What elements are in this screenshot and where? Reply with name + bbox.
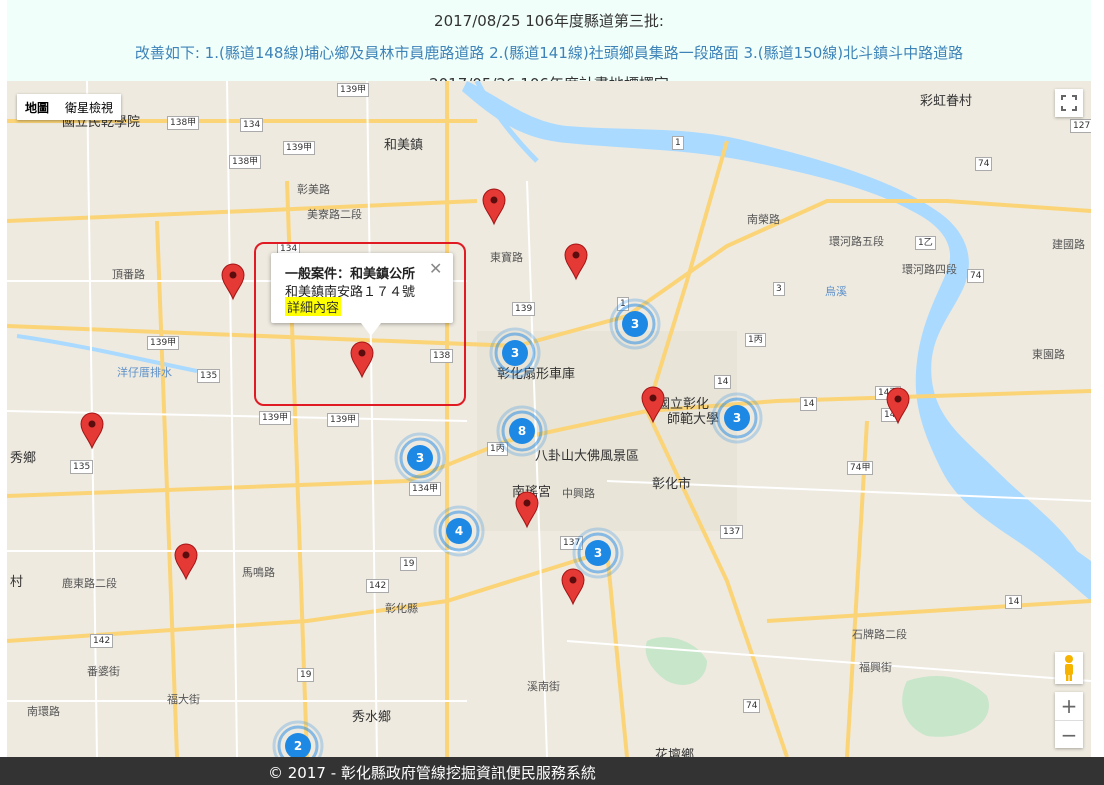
pegman-icon bbox=[1065, 655, 1073, 681]
marker-cluster[interactable]: 2 bbox=[272, 720, 324, 757]
cluster-count: 3 bbox=[594, 546, 602, 560]
cluster-count: 3 bbox=[511, 346, 519, 360]
announcement-banner: 2017/08/25 106年度縣道第三批: 改善如下: 1.(縣道148線)埔… bbox=[7, 0, 1091, 81]
map-type-satellite-button[interactable]: 衛星檢視 bbox=[57, 94, 121, 120]
map-canvas[interactable]: 和美鎮彰化扇形車庫國立彰化師範大學八卦山大佛風景區彰化市南瑤宮秀水鄉彩虹眷村洋仔… bbox=[7, 81, 1091, 757]
marker-cluster[interactable]: 3 bbox=[489, 327, 541, 379]
map-type-control: 地圖 衛星檢視 bbox=[17, 94, 122, 120]
cluster-count: 3 bbox=[733, 411, 741, 425]
announcement-line-2[interactable]: 改善如下: 1.(縣道148線)埔心鄉及員林市員鹿路道路 2.(縣道141線)社… bbox=[7, 42, 1091, 63]
marker-cluster[interactable]: 3 bbox=[572, 527, 624, 579]
marker-cluster[interactable]: 3 bbox=[609, 298, 661, 350]
case-marker-icon[interactable] bbox=[561, 568, 585, 606]
case-marker-icon[interactable] bbox=[564, 243, 588, 281]
fullscreen-button[interactable] bbox=[1055, 89, 1083, 117]
info-window: 一般案件：和美鎮公所 和美鎮南安路１７４號 詳細內容 ✕ bbox=[271, 253, 453, 336]
case-marker-icon[interactable] bbox=[80, 412, 104, 450]
case-marker-icon[interactable] bbox=[174, 543, 198, 581]
cluster-count: 3 bbox=[631, 317, 639, 331]
cluster-count: 8 bbox=[518, 424, 526, 438]
marker-cluster[interactable]: 4 bbox=[433, 505, 485, 557]
zoom-in-button[interactable]: + bbox=[1055, 692, 1083, 720]
case-marker-icon[interactable] bbox=[221, 263, 245, 301]
case-marker-icon[interactable] bbox=[515, 491, 539, 529]
fullscreen-icon bbox=[1061, 95, 1077, 111]
footer: © 2017 - 彰化縣政府管線挖掘資訊便民服務系統 bbox=[0, 757, 1104, 785]
cluster-count: 4 bbox=[455, 524, 463, 538]
marker-cluster[interactable]: 3 bbox=[394, 432, 446, 484]
info-window-pointer bbox=[361, 323, 381, 336]
zoom-out-button[interactable]: − bbox=[1055, 720, 1083, 749]
info-window-title: 一般案件：和美鎮公所 bbox=[285, 267, 416, 282]
map-type-map-button[interactable]: 地圖 bbox=[17, 94, 57, 120]
footer-copyright: © 2017 - 彰化縣政府管線挖掘資訊便民服務系統 bbox=[268, 764, 596, 782]
announcement-line-3: 2017/05/26 106年度計畫地標擇定 bbox=[7, 73, 1091, 81]
cluster-count: 2 bbox=[294, 739, 302, 753]
info-window-close-icon[interactable]: ✕ bbox=[429, 259, 442, 278]
marker-overlay: 3 3 8 3 3 4 3 2 bbox=[80, 188, 910, 757]
marker-cluster[interactable]: 8 bbox=[496, 405, 548, 457]
cluster-count: 3 bbox=[416, 451, 424, 465]
case-marker-icon[interactable] bbox=[641, 386, 665, 424]
zoom-control: + − bbox=[1055, 692, 1083, 748]
case-marker-icon[interactable] bbox=[886, 387, 910, 425]
street-view-pegman[interactable] bbox=[1055, 652, 1083, 684]
case-marker-icon[interactable] bbox=[482, 188, 506, 226]
marker-cluster[interactable]: 3 bbox=[711, 392, 763, 444]
info-window-detail-link[interactable]: 詳細內容 bbox=[285, 297, 342, 316]
announcement-line-1: 2017/08/25 106年度縣道第三批: bbox=[434, 12, 664, 30]
